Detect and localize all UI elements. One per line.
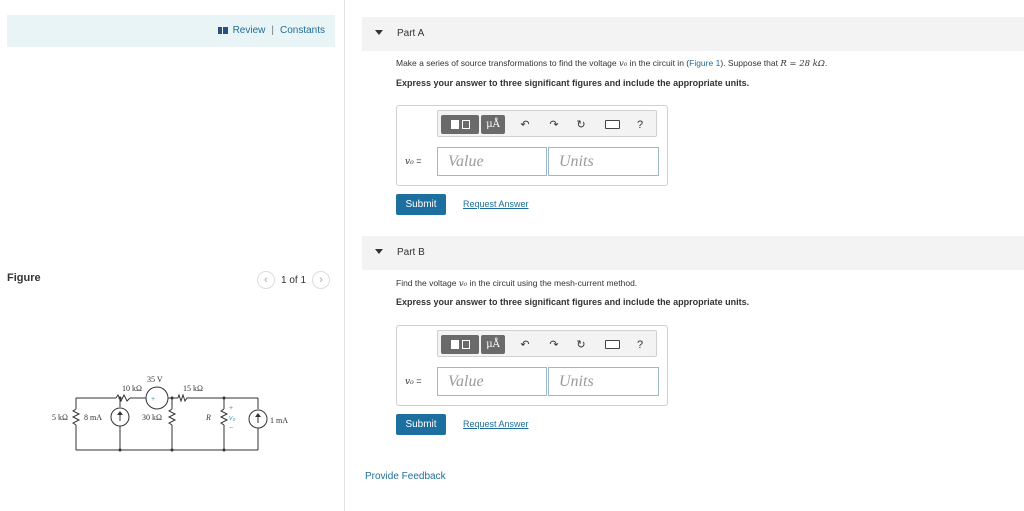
label-35v: 35 V <box>147 375 163 384</box>
answer-eq: = <box>413 156 422 166</box>
figure-title: Figure <box>7 272 41 284</box>
undo-icon[interactable]: ↶ <box>516 335 534 354</box>
answer-eq: = <box>413 376 422 386</box>
pager-count: 1 of 1 <box>281 274 307 286</box>
figure-link[interactable]: Figure 1 <box>689 58 720 68</box>
units-button[interactable]: μÅ <box>481 115 505 134</box>
q-text: ). Suppose that <box>720 58 781 68</box>
redo-icon[interactable]: ↷ <box>545 335 563 354</box>
part-a-title: Part A <box>397 28 425 39</box>
math-toolbar: μÅ ↶ ↷ ↻ ? <box>437 110 657 137</box>
separator: | <box>271 25 274 36</box>
label-15k: 15 kΩ <box>183 384 203 393</box>
help-button[interactable]: ? <box>633 335 647 354</box>
part-b-question: Find the voltage v₀ in the circuit using… <box>396 278 637 289</box>
units-button[interactable]: μÅ <box>481 335 505 354</box>
templates-button[interactable] <box>441 115 479 134</box>
label-30k: 30 kΩ <box>142 413 162 422</box>
part-a-submit-button[interactable]: Submit <box>396 194 446 215</box>
provide-feedback-link[interactable]: Provide Feedback <box>365 471 446 482</box>
answer-row: v₀ = Value Units <box>405 367 659 396</box>
answer-var: v₀ <box>405 157 414 167</box>
caret-down-icon <box>375 249 383 254</box>
reset-icon[interactable]: ↻ <box>572 115 590 134</box>
label-10k: 10 kΩ <box>122 384 142 393</box>
part-a-instruction: Express your answer to three significant… <box>396 78 750 88</box>
label-1ma: 1 mA <box>270 416 288 425</box>
q-var: v₀ <box>619 59 628 69</box>
label-v0: v₀ <box>229 415 236 422</box>
reset-icon[interactable]: ↻ <box>572 335 590 354</box>
left-panel: Review | Constants Figure ‹ 1 of 1 › 35 … <box>0 0 345 511</box>
figure-pager: ‹ 1 of 1 › <box>257 271 331 289</box>
part-b-submit-button[interactable]: Submit <box>396 414 446 435</box>
part-a-header[interactable]: Part A <box>362 17 1024 51</box>
caret-down-icon <box>375 30 383 35</box>
part-b-title: Part B <box>397 247 425 258</box>
q-text: Make a series of source transformations … <box>396 58 620 68</box>
math-toolbar: μÅ ↶ ↷ ↻ ? <box>437 330 657 357</box>
undo-icon[interactable]: ↶ <box>516 115 534 134</box>
chevron-right-icon[interactable]: › <box>312 271 331 289</box>
q-eq: R = 28 kΩ <box>780 59 825 69</box>
label-r: R <box>205 413 211 422</box>
label-8ma: 8 mA <box>84 413 102 422</box>
label-minus-v0: − <box>229 425 233 432</box>
keyboard-icon[interactable] <box>602 335 622 354</box>
q-text: Find the voltage <box>396 278 459 288</box>
part-b-answer-box: μÅ ↶ ↷ ↻ ? v₀ = Value Units <box>396 325 668 406</box>
label-5k: 5 kΩ <box>52 413 68 422</box>
chevron-left-icon[interactable]: ‹ <box>257 271 275 289</box>
units-input[interactable]: Units <box>548 367 659 396</box>
units-input[interactable]: Units <box>548 147 659 176</box>
part-a-answer-box: μÅ ↶ ↷ ↻ ? v₀ = Value Units <box>396 105 668 186</box>
part-a-request-answer-link[interactable]: Request Answer <box>463 199 529 209</box>
q-text: . <box>824 58 828 68</box>
templates-button[interactable] <box>441 335 479 354</box>
label-plus-35v: + <box>151 396 155 403</box>
q-text: in the circuit using the mesh-current me… <box>467 278 638 288</box>
part-b-instruction: Express your answer to three significant… <box>396 297 750 307</box>
help-button[interactable]: ? <box>633 115 647 134</box>
answer-label: v₀ = <box>405 376 437 387</box>
part-b-request-answer-link[interactable]: Request Answer <box>463 419 529 429</box>
circuit-diagram: 35 V 10 kΩ 15 kΩ 5 kΩ 8 mA 30 kΩ R 1 mA … <box>52 375 288 452</box>
review-link[interactable]: Review <box>233 25 266 36</box>
constants-link[interactable]: Constants <box>280 25 325 36</box>
answer-label: v₀ = <box>405 156 437 167</box>
part-a-question: Make a series of source transformations … <box>396 58 827 69</box>
answer-row: v₀ = Value Units <box>405 147 659 176</box>
value-input[interactable]: Value <box>437 367 547 396</box>
label-plus-v0: + <box>229 405 233 412</box>
answer-var: v₀ <box>405 377 414 387</box>
part-b-header[interactable]: Part B <box>362 236 1024 270</box>
q-var: v₀ <box>458 279 468 289</box>
review-bar: Review | Constants <box>7 15 335 47</box>
redo-icon[interactable]: ↷ <box>545 115 563 134</box>
review-links: Review | Constants <box>217 25 325 36</box>
value-input[interactable]: Value <box>437 147 547 176</box>
q-text: in the circuit in ( <box>627 58 690 68</box>
keyboard-icon[interactable] <box>602 115 622 134</box>
book-icon <box>217 27 228 34</box>
